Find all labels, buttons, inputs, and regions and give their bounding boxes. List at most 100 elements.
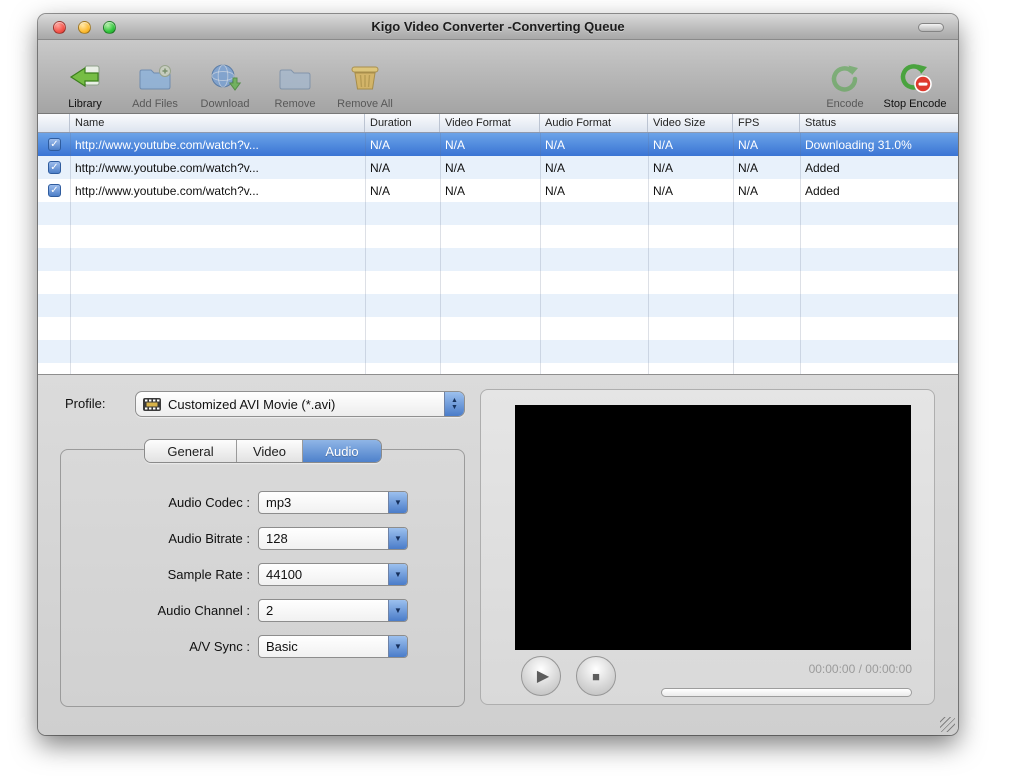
column-header-checkbox[interactable] (38, 114, 70, 132)
play-icon: ▶ (536, 668, 550, 685)
column-header-name[interactable]: Name (70, 114, 365, 132)
codec-settings-box: General Video Audio Audio Codec : mp3 ▼ … (60, 439, 465, 707)
sample-rate-value: 44100 (266, 566, 303, 582)
add-files-icon (138, 59, 172, 97)
seek-slider[interactable] (661, 688, 912, 697)
audio-channel-value: 2 (266, 602, 274, 618)
profile-format-icon (143, 397, 161, 411)
av-sync-field: A/V Sync : Basic ▼ (61, 634, 464, 658)
row-checkbox[interactable]: ✓ (48, 161, 61, 174)
av-sync-dropdown[interactable]: Basic ▼ (258, 634, 408, 658)
library-icon (68, 59, 102, 97)
table-row[interactable]: ✓ http://www.youtube.com/watch?v... N/A … (38, 133, 958, 156)
column-header-audio-format[interactable]: Audio Format (540, 114, 648, 132)
cell-audio-format: N/A (545, 183, 566, 198)
settings-panel: Profile: Customized AVI Movie (*.avi) ▲ ▼… (38, 374, 958, 735)
play-button[interactable]: ▶ (521, 656, 561, 696)
resize-grip[interactable] (940, 717, 955, 732)
profile-value: Customized AVI Movie (*.avi) (168, 396, 336, 412)
chevron-down-icon: ▼ (388, 599, 407, 621)
encode-icon (828, 59, 862, 97)
close-button[interactable] (53, 21, 66, 34)
audio-bitrate-label: Audio Bitrate : (168, 530, 250, 546)
column-header-video-size[interactable]: Video Size (648, 114, 733, 132)
audio-codec-label: Audio Codec : (168, 494, 250, 510)
title-bar: Kigo Video Converter -Converting Queue (38, 14, 958, 40)
av-sync-label: A/V Sync : (189, 638, 250, 654)
window-title: Kigo Video Converter -Converting Queue (371, 19, 625, 34)
cell-duration: N/A (370, 137, 391, 152)
stop-icon: ■ (592, 668, 600, 684)
row-checkbox-cell: ✓ (38, 179, 70, 202)
cell-video-format: N/A (445, 137, 466, 152)
chevron-down-icon: ▼ (388, 527, 407, 549)
cell-duration: N/A (370, 183, 391, 198)
library-button-label: Library (68, 98, 102, 110)
toolbar-toggle-button[interactable] (918, 23, 944, 32)
row-checkbox[interactable]: ✓ (48, 138, 61, 151)
column-header-fps[interactable]: FPS (733, 114, 800, 132)
cell-duration: N/A (370, 160, 391, 175)
remove-all-button-label: Remove All (337, 98, 393, 110)
cell-status: Added (805, 183, 840, 198)
download-icon (208, 59, 242, 97)
audio-bitrate-field: Audio Bitrate : 128 ▼ (61, 526, 464, 550)
row-checkbox-cell: ✓ (38, 133, 70, 156)
video-display (515, 405, 911, 650)
profile-label: Profile: (65, 396, 106, 411)
audio-bitrate-value: 128 (266, 530, 288, 546)
remove-button[interactable]: Remove (260, 59, 330, 110)
settings-tabs: General Video Audio (144, 439, 382, 463)
remove-all-button[interactable]: Remove All (330, 59, 400, 110)
playback-time: 00:00:00 / 00:00:00 (808, 662, 912, 676)
library-button[interactable]: Library (50, 59, 120, 110)
queue-table-header: Name Duration Video Format Audio Format … (38, 114, 958, 133)
chevron-down-icon: ▼ (388, 635, 407, 657)
table-row[interactable]: ✓ http://www.youtube.com/watch?v... N/A … (38, 156, 958, 179)
row-checkbox[interactable]: ✓ (48, 184, 61, 197)
table-row[interactable]: ✓ http://www.youtube.com/watch?v... N/A … (38, 179, 958, 202)
preview-panel: ▶ ■ 00:00:00 / 00:00:00 (480, 389, 935, 705)
cell-video-size: N/A (653, 137, 674, 152)
sample-rate-field: Sample Rate : 44100 ▼ (61, 562, 464, 586)
tab-general[interactable]: General (145, 440, 237, 462)
sample-rate-label: Sample Rate : (167, 566, 250, 582)
minimize-button[interactable] (78, 21, 91, 34)
row-checkbox-cell: ✓ (38, 156, 70, 179)
av-sync-value: Basic (266, 638, 298, 654)
audio-bitrate-dropdown[interactable]: 128 ▼ (258, 526, 408, 550)
zoom-button[interactable] (103, 21, 116, 34)
sample-rate-dropdown[interactable]: 44100 ▼ (258, 562, 408, 586)
tab-audio[interactable]: Audio (303, 440, 381, 462)
cell-video-format: N/A (445, 160, 466, 175)
stop-button[interactable]: ■ (576, 656, 616, 696)
stop-encode-button-label: Stop Encode (883, 98, 947, 110)
profile-dropdown[interactable]: Customized AVI Movie (*.avi) ▲ ▼ (135, 391, 465, 417)
column-header-duration[interactable]: Duration (365, 114, 440, 132)
column-header-status[interactable]: Status (800, 114, 958, 132)
audio-codec-value: mp3 (266, 494, 292, 510)
remove-all-icon (348, 59, 382, 97)
cell-audio-format: N/A (545, 137, 566, 152)
download-button[interactable]: Download (190, 59, 260, 110)
encode-button[interactable]: Encode (810, 59, 880, 110)
cell-status: Added (805, 160, 840, 175)
cell-video-size: N/A (653, 183, 674, 198)
chevron-down-icon: ▼ (388, 491, 407, 513)
cell-audio-format: N/A (545, 160, 566, 175)
audio-settings-fields: Audio Codec : mp3 ▼ Audio Bitrate : 128 … (61, 490, 464, 670)
column-header-video-format[interactable]: Video Format (440, 114, 540, 132)
cell-fps: N/A (738, 160, 759, 175)
audio-channel-dropdown[interactable]: 2 ▼ (258, 598, 408, 622)
profile-stepper-icon: ▲ ▼ (444, 392, 464, 416)
toolbar: Library Add Files Download Remove Remove… (38, 40, 958, 114)
audio-codec-dropdown[interactable]: mp3 ▼ (258, 490, 408, 514)
add-files-button[interactable]: Add Files (120, 59, 190, 110)
cell-name: http://www.youtube.com/watch?v... (75, 137, 259, 152)
cell-video-format: N/A (445, 183, 466, 198)
cell-name: http://www.youtube.com/watch?v... (75, 183, 259, 198)
stop-encode-button[interactable]: Stop Encode (880, 59, 950, 110)
audio-channel-field: Audio Channel : 2 ▼ (61, 598, 464, 622)
tab-video[interactable]: Video (237, 440, 303, 462)
cell-fps: N/A (738, 137, 759, 152)
